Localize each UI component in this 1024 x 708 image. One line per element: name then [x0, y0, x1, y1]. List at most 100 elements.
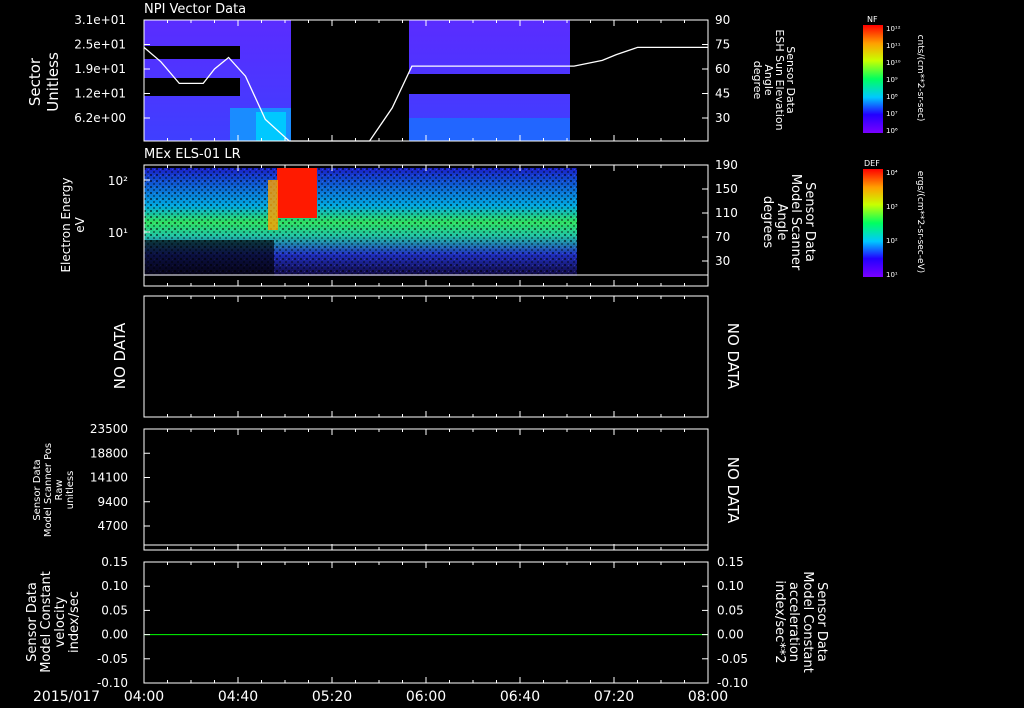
npi-title: NPI Vector Data	[144, 2, 246, 17]
els-rlabel-line-0: Sensor Data	[802, 182, 817, 262]
x-tick-label-6: 08:00	[688, 689, 728, 705]
const-yticks-label-3: 0.00	[101, 628, 128, 642]
npi-block-1-core	[256, 112, 286, 141]
els-high-flux-halo	[268, 180, 278, 230]
date-label: 2015/017	[33, 689, 100, 705]
els-low-energy-dark	[144, 240, 274, 276]
const-ryticks-label-1: 0.10	[717, 579, 744, 593]
scanner-pos-ylabel: Sensor Data Model Scanner Pos Raw unitless	[32, 443, 76, 537]
npi-right-y-ticks: 90 75 60 45 30	[702, 13, 730, 125]
els-ytick-label-0: 10²	[108, 174, 128, 188]
const-ryticks-label-4: -0.05	[717, 652, 748, 666]
colorbar-def-label: DEF	[864, 159, 880, 168]
const-ylabel-line-3: index/sec	[67, 591, 82, 653]
constant-y-ticks: 0.15 0.10 0.05 0.00 -0.05 -0.10	[97, 555, 150, 690]
els-title: MEx ELS-01 LR	[144, 147, 241, 162]
npi-yticks-label-0: 3.1e+01	[74, 13, 126, 27]
npi-block-2-sub	[409, 118, 570, 141]
const-yticks-label-2: 0.05	[101, 603, 128, 617]
colorbar-def-units: ergs/(cm**2-sr-sec-eV)	[915, 171, 925, 273]
const-ryticks-label-3: 0.00	[717, 628, 744, 642]
cb1-ticks-label-1: 10¹¹	[886, 42, 901, 50]
els-ylabel-1: Electron Energy	[59, 177, 73, 272]
npi-yticks-label-3: 1.2e+01	[74, 87, 126, 101]
npi-block-1-gap-a	[144, 46, 240, 59]
pos-ylabel-line-0: Sensor Data	[32, 459, 43, 520]
els-rlabel-line-1: Model Scanner	[788, 174, 803, 271]
npi-ryticks-label-1: 75	[715, 38, 730, 52]
x-tick-label-3: 06:00	[406, 689, 446, 705]
els-high-flux-region	[277, 168, 317, 218]
colorbar-def-ticks: 10⁴ 10³ 10² 10¹	[886, 169, 898, 279]
cb1-ticks-label-3: 10⁹	[886, 76, 898, 84]
const-rlabel-line-1: Model Constant	[800, 571, 815, 673]
const-rlabel-line-2: acceleration	[786, 582, 801, 662]
const-ylabel-line-1: Model Constant	[39, 571, 54, 673]
cb1-ticks-label-4: 10⁸	[886, 93, 898, 101]
npi-yticks-label-4: 6.2e+00	[74, 111, 126, 125]
constant-right-label: Sensor DataModel Constantaccelerationind…	[772, 571, 829, 673]
els-ylabel-2: eV	[73, 216, 87, 232]
colorbar-nf: NF 10¹² 10¹¹ 10¹⁰ 10⁹ 10⁸ 10⁷ 10⁶ cnts/(cm**2-…	[863, 15, 925, 135]
els-right-label: Sensor DataModel ScannerAngledegrees	[760, 174, 817, 271]
colorbar-nf-label: NF	[867, 15, 878, 24]
const-rlabel-line-3: index/sec**2	[772, 580, 787, 663]
cb2-ticks-label-2: 10²	[886, 237, 898, 245]
pos-ylabel-line-3: unitless	[65, 471, 76, 510]
npi-ryticks-label-2: 60	[715, 62, 730, 76]
els-ytick-label-1: 10¹	[108, 226, 128, 240]
npi-ylabel-2: Unitless	[44, 52, 62, 112]
const-yticks-label-5: -0.10	[97, 676, 128, 690]
nodata-right-label: NO DATA	[724, 323, 742, 390]
npi-ylabel-1: Sector	[26, 57, 44, 106]
constant-ylabel: Sensor Data Model Constant velocity index/s…	[25, 571, 82, 673]
panel-constant: 0.150.100.050.00-0.05-0.10 0.150.100.050…	[25, 555, 829, 690]
cb2-ticks-label-3: 10¹	[886, 271, 898, 279]
cb1-ticks-label-2: 10¹⁰	[886, 59, 901, 67]
scanner-pos-y-ticks: 23500 18800 14100 9400 4700	[90, 422, 150, 533]
npi-ryticks-label-4: 30	[715, 111, 730, 125]
nodata-plot-frame	[143, 295, 709, 418]
cb1-ticks-label-6: 10⁶	[886, 127, 898, 135]
colorbar-nf-bar	[863, 25, 883, 133]
const-rlabel-line-0: Sensor Data	[814, 582, 829, 662]
scanner-pos-right-label: NO DATA	[724, 457, 742, 524]
const-ylabel-line-2: velocity	[53, 596, 68, 647]
npi-yticks-label-1: 2.5e+01	[74, 38, 126, 52]
panel-scanner-pos: 23500 18800 14100 9400 4700 Sensor Data Model…	[32, 422, 742, 551]
els-ryticks-label-3: 70	[715, 230, 730, 244]
pos-yticks-label-4: 4700	[97, 519, 128, 533]
els-rlabel-line-3: degrees	[760, 196, 775, 249]
npi-block-1-gap-b	[144, 78, 240, 96]
npi-ryticks-label-0: 90	[715, 13, 730, 27]
pos-yticks-label-3: 9400	[97, 495, 128, 509]
npi-yticks-label-2: 1.9e+01	[74, 62, 126, 76]
panel-npi: NPI Vector Data 3.1e+01 2.5e+01 1.9e+01 1.2…	[26, 2, 797, 142]
plot-canvas: NPI Vector Data 3.1e+01 2.5e+01 1.9e+01 1.2…	[25, 2, 925, 705]
pos-yticks-label-2: 14100	[90, 471, 128, 485]
cb2-ticks-label-1: 10³	[886, 203, 898, 211]
colorbar-nf-ticks: 10¹² 10¹¹ 10¹⁰ 10⁹ 10⁸ 10⁷ 10⁶	[886, 25, 901, 135]
const-ryticks-label-2: 0.05	[717, 603, 744, 617]
const-yticks-label-0: 0.15	[101, 555, 128, 569]
x-tick-label-1: 04:40	[218, 689, 258, 705]
els-ryticks-label-1: 150	[715, 182, 738, 196]
const-ryticks-label-5: -0.10	[717, 676, 748, 690]
pos-ylabel-line-1: Model Scanner Pos	[43, 443, 54, 537]
colorbar-def: DEF 10⁴ 10³ 10² 10¹ ergs/(cm**2-sr-sec-eV)	[863, 159, 925, 279]
panel-no-data: NO DATA NO DATA	[111, 295, 742, 418]
cb1-ticks-label-5: 10⁷	[886, 110, 898, 118]
nodata-left-label: NO DATA	[111, 322, 129, 389]
pos-ylabel-line-2: Raw	[54, 479, 65, 500]
x-tick-label-2: 05:20	[312, 689, 352, 705]
const-yticks-label-1: 0.10	[101, 579, 128, 593]
pos-yticks-label-1: 18800	[90, 446, 128, 460]
npi-y-ticks: 3.1e+01 2.5e+01 1.9e+01 1.2e+01 6.2e+00	[74, 13, 150, 125]
els-rlabel-line-2: Angle	[774, 204, 789, 241]
const-ryticks-label-0: 0.15	[717, 555, 744, 569]
const-yticks-label-4: -0.05	[97, 652, 128, 666]
constant-right-y-ticks: 0.15 0.10 0.05 0.00 -0.05 -0.10	[702, 555, 748, 690]
x-tick-label-4: 06:40	[500, 689, 540, 705]
els-ryticks-label-4: 30	[715, 254, 730, 268]
npi-right-label: Sensor DataESH Sun ElevationAngledegree	[751, 29, 797, 130]
